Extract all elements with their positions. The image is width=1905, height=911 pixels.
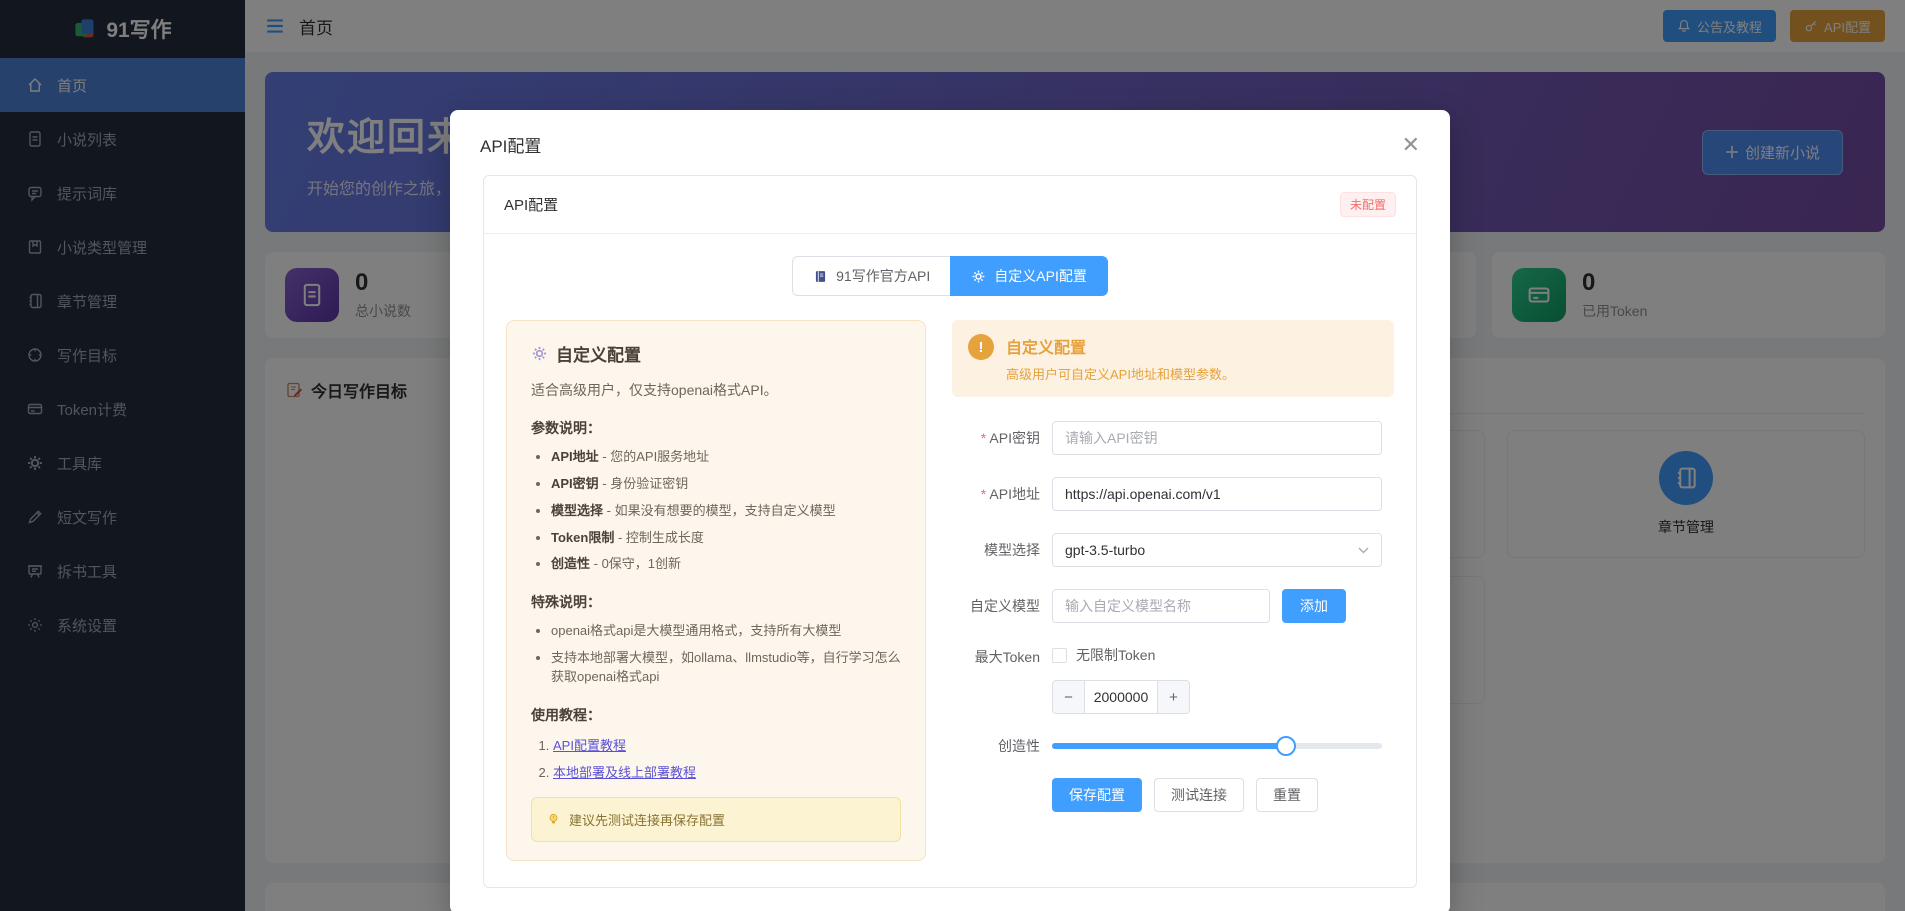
note-item: 支持本地部署大模型，如ollama、llmstudio等，自行学习怎么获取ope… (551, 649, 901, 687)
model-select[interactable]: gpt-3.5-turbo (1052, 533, 1382, 567)
tab-official-api[interactable]: 91写作官方API (792, 256, 951, 296)
card-header: API配置 未配置 (484, 176, 1416, 234)
custom-model-input[interactable] (1052, 589, 1270, 623)
unlimited-token-checkbox[interactable] (1052, 647, 1067, 663)
note-item: openai格式api是大模型通用格式，支持所有大模型 (551, 622, 901, 641)
params-list: API地址 - 您的API服务地址 API密钥 - 身份验证密钥 模型选择 - … (551, 448, 901, 574)
modal-header: API配置 ✕ (450, 110, 1450, 175)
max-token-value: 2000000 (1093, 689, 1149, 705)
api-url-input[interactable] (1052, 477, 1382, 511)
status-badge: 未配置 (1339, 192, 1396, 217)
alert-subtitle: 高级用户可自定义API地址和模型参数。 (1006, 367, 1235, 382)
api-url-label: API地址 (952, 484, 1052, 504)
api-config-modal: API配置 ✕ API配置 未配置 91写作官方API 自定义API配置 自定义… (450, 110, 1450, 911)
book-icon (816, 270, 826, 282)
lightbulb-icon (549, 813, 558, 824)
api-key-row: API密钥 (952, 421, 1394, 455)
app-root: 91写作 首页 小说列表 提示词库 小说类型管理 章节管理 (0, 0, 1905, 911)
slider-handle[interactable] (1276, 736, 1297, 756)
unlimited-token-option: 无限制Token (1052, 645, 1190, 665)
tutorials-heading: 使用教程： (531, 706, 601, 723)
custom-model-row: 自定义模型 添加 (952, 589, 1394, 623)
deploy-tutorial-link[interactable]: 本地部署及线上部署教程 (553, 765, 696, 780)
api-url-row: API地址 (952, 477, 1394, 511)
tab-custom-api[interactable]: 自定义API配置 (950, 256, 1108, 296)
slider-fill (1052, 743, 1287, 749)
info-panel-header: 自定义配置 (531, 341, 901, 366)
tutorial-item: API配置教程 (553, 735, 901, 754)
creativity-slider[interactable] (1052, 736, 1382, 756)
add-model-button[interactable]: 添加 (1282, 589, 1346, 623)
info-intro: 适合高级用户，仅支持openai格式API。 (531, 382, 778, 398)
gear-icon (532, 346, 547, 361)
max-token-stepper: − 2000000 + (1052, 680, 1190, 714)
param-item: 模型选择 - 如果没有想要的模型，支持自定义模型 (551, 502, 901, 521)
model-select-row: 模型选择 gpt-3.5-turbo (952, 533, 1394, 567)
reset-button[interactable]: 重置 (1256, 778, 1318, 812)
param-item: API密钥 - 身份验证密钥 (551, 475, 901, 494)
api-key-label: API密钥 (952, 428, 1052, 448)
modal-title: API配置 (480, 137, 542, 156)
stepper-minus-button[interactable]: − (1053, 681, 1085, 713)
param-item: API地址 - 您的API服务地址 (551, 448, 901, 467)
tutorials-list: API配置教程 本地部署及线上部署教程 (553, 735, 901, 781)
unlimited-token-label: 无限制Token (1076, 647, 1156, 663)
info-panel-title: 自定义配置 (556, 346, 641, 365)
custom-config-info-panel: 自定义配置 适合高级用户，仅支持openai格式API。 参数说明： API地址… (506, 320, 926, 861)
tip-box: 建议先测试连接再保存配置 (531, 796, 901, 842)
api-mode-tabs: 91写作官方API 自定义API配置 (506, 256, 1394, 296)
tutorial-item: 本地部署及线上部署教程 (553, 762, 901, 781)
test-connection-button[interactable]: 测试连接 (1154, 778, 1244, 812)
api-config-card: API配置 未配置 91写作官方API 自定义API配置 自定义配置 适合高级用… (483, 175, 1417, 888)
tab-label: 自定义API配置 (994, 268, 1087, 284)
param-item: 创造性 - 0保守，1创新 (551, 555, 901, 574)
tab-label: 91写作官方API (836, 268, 931, 284)
creativity-label: 创造性 (998, 738, 1040, 754)
params-heading: 参数说明： (531, 420, 601, 436)
save-config-button[interactable]: 保存配置 (1052, 778, 1142, 812)
stepper-plus-button[interactable]: + (1157, 681, 1189, 713)
card-body: 91写作官方API 自定义API配置 自定义配置 适合高级用户，仅支持opena… (484, 234, 1416, 887)
chevron-down-icon (1358, 547, 1369, 553)
custom-model-label: 自定义模型 (970, 598, 1040, 614)
modal-columns: 自定义配置 适合高级用户，仅支持openai格式API。 参数说明： API地址… (506, 320, 1394, 861)
tip-text: 建议先测试连接再保存配置 (569, 812, 726, 828)
card-title: API配置 (504, 197, 559, 214)
close-icon[interactable]: ✕ (1402, 133, 1420, 156)
notes-heading: 特殊说明： (531, 594, 601, 611)
max-token-label: 最大Token (974, 649, 1040, 665)
alert-title: 自定义配置 (1006, 340, 1087, 357)
model-select-value: gpt-3.5-turbo (1065, 542, 1146, 558)
param-item: Token限制 - 控制生成长度 (551, 529, 901, 548)
api-tutorial-link[interactable]: API配置教程 (553, 738, 626, 753)
form-actions: 保存配置 测试连接 重置 (1052, 778, 1394, 812)
api-key-input[interactable] (1052, 421, 1382, 455)
gear-icon (972, 270, 985, 282)
custom-config-alert: ! 自定义配置 高级用户可自定义API地址和模型参数。 (952, 320, 1394, 397)
model-select-label: 模型选择 (984, 542, 1040, 558)
warning-icon: ! (968, 334, 994, 360)
notes-list: openai格式api是大模型通用格式，支持所有大模型 支持本地部署大模型，如o… (551, 622, 901, 687)
max-token-row: 最大Token 无限制Token − 2000000 + (952, 645, 1394, 714)
creativity-row: 创造性 (952, 736, 1394, 756)
custom-config-form: ! 自定义配置 高级用户可自定义API地址和模型参数。 API密钥 API地址 (952, 320, 1394, 861)
